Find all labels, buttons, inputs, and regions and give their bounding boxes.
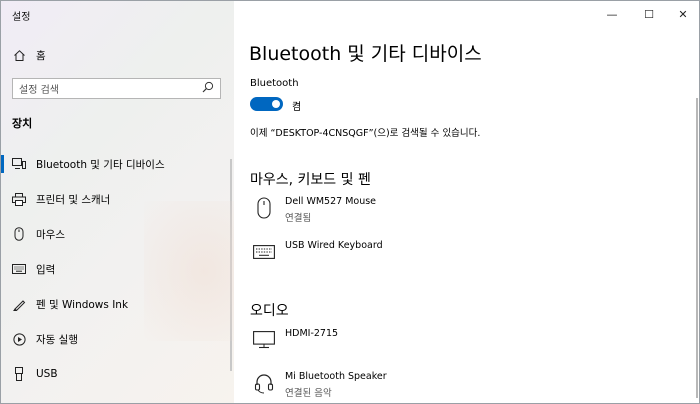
window-title: 설정 <box>12 12 31 23</box>
sidebar-item-label: 마우스 <box>36 228 65 241</box>
mouse-icon <box>12 227 26 241</box>
section-title-audio: 오디오 <box>250 303 289 319</box>
device-name: Dell WM527 Mouse <box>285 196 377 207</box>
device-name: HDMI-2715 <box>285 328 339 339</box>
sidebar-item-pen[interactable]: 펜 및 Windows Ink <box>1 288 234 320</box>
bluetooth-label: Bluetooth <box>250 78 299 89</box>
sidebar-item-mouse[interactable]: 마우스 <box>1 218 234 250</box>
sidebar-item-label: 자동 실행 <box>36 333 78 346</box>
device-name: Mi Bluetooth Speaker <box>285 371 387 382</box>
search-input[interactable]: 설정 검색 <box>12 78 221 99</box>
sidebar-item-autoplay[interactable]: 자동 실행 <box>1 323 234 355</box>
search-icon <box>202 81 214 96</box>
close-button[interactable]: ✕ <box>668 5 698 23</box>
sidebar: 설정 홈 설정 검색 장치 Bluetooth 및 기타 디바이스 프린터 및 <box>1 1 264 403</box>
search-placeholder: 설정 검색 <box>19 85 59 96</box>
keyboard-icon <box>12 262 26 276</box>
sidebar-item-label: 입력 <box>36 263 56 276</box>
maximize-button[interactable]: ☐ <box>634 5 664 23</box>
minimize-icon: — <box>606 7 618 21</box>
sidebar-scrollbar[interactable] <box>230 159 232 371</box>
device-name: USB Wired Keyboard <box>285 240 383 251</box>
sidebar-item-printers[interactable]: 프린터 및 스캐너 <box>1 183 234 215</box>
main-content: — ☐ ✕ Bluetooth 및 기타 디바이스 Bluetooth 켬 이제… <box>234 1 699 403</box>
usb-icon <box>12 367 26 381</box>
main-scrollbar[interactable] <box>696 98 698 398</box>
keyboard-icon <box>252 240 276 264</box>
sidebar-item-label: 홈 <box>36 49 46 62</box>
sidebar-item-bluetooth[interactable]: Bluetooth 및 기타 디바이스 <box>1 148 234 180</box>
minimize-button[interactable]: — <box>597 5 627 23</box>
device-status: 연결된 음악 <box>285 388 332 399</box>
device-item[interactable]: USB Wired Keyboard <box>250 240 670 274</box>
page-title: Bluetooth 및 기타 디바이스 <box>249 43 482 65</box>
sidebar-item-label: 펜 및 Windows Ink <box>36 298 129 311</box>
device-item[interactable]: HDMI-2715 <box>250 328 670 362</box>
device-status: 연결됨 <box>285 213 312 224</box>
sidebar-section-title: 장치 <box>12 117 33 130</box>
device-item[interactable]: Mi Bluetooth Speaker 연결된 음악 <box>250 371 670 403</box>
sidebar-item-label: 프린터 및 스캐너 <box>36 193 111 206</box>
sidebar-item-label: USB <box>36 368 58 380</box>
toggle-state-label: 켬 <box>292 102 302 113</box>
settings-window: 설정 홈 설정 검색 장치 Bluetooth 및 기타 디바이스 프린터 및 <box>0 0 700 404</box>
printer-icon <box>12 192 26 206</box>
sidebar-item-label: Bluetooth 및 기타 디바이스 <box>36 158 165 171</box>
device-item[interactable]: Dell WM527 Mouse 연결됨 <box>250 196 670 230</box>
home-icon <box>12 48 26 62</box>
bluetooth-devices-icon <box>12 157 26 171</box>
mouse-icon <box>252 196 276 220</box>
bluetooth-toggle[interactable] <box>250 97 283 111</box>
discoverable-text: 이제 “DESKTOP-4CNSQGF”(으)로 검색될 수 있습니다. <box>250 128 481 139</box>
sidebar-item-typing[interactable]: 입력 <box>1 253 234 285</box>
maximize-icon: ☐ <box>644 7 654 21</box>
sidebar-item-home[interactable]: 홈 <box>1 39 234 71</box>
toggle-knob <box>272 100 280 108</box>
monitor-icon <box>252 328 276 352</box>
headset-icon <box>252 371 276 395</box>
sidebar-item-usb[interactable]: USB <box>1 358 234 390</box>
section-title-input-devices: 마우스, 키보드 및 펜 <box>250 172 371 188</box>
close-icon: ✕ <box>678 7 688 21</box>
pen-icon <box>12 297 26 311</box>
autoplay-icon <box>12 332 26 346</box>
